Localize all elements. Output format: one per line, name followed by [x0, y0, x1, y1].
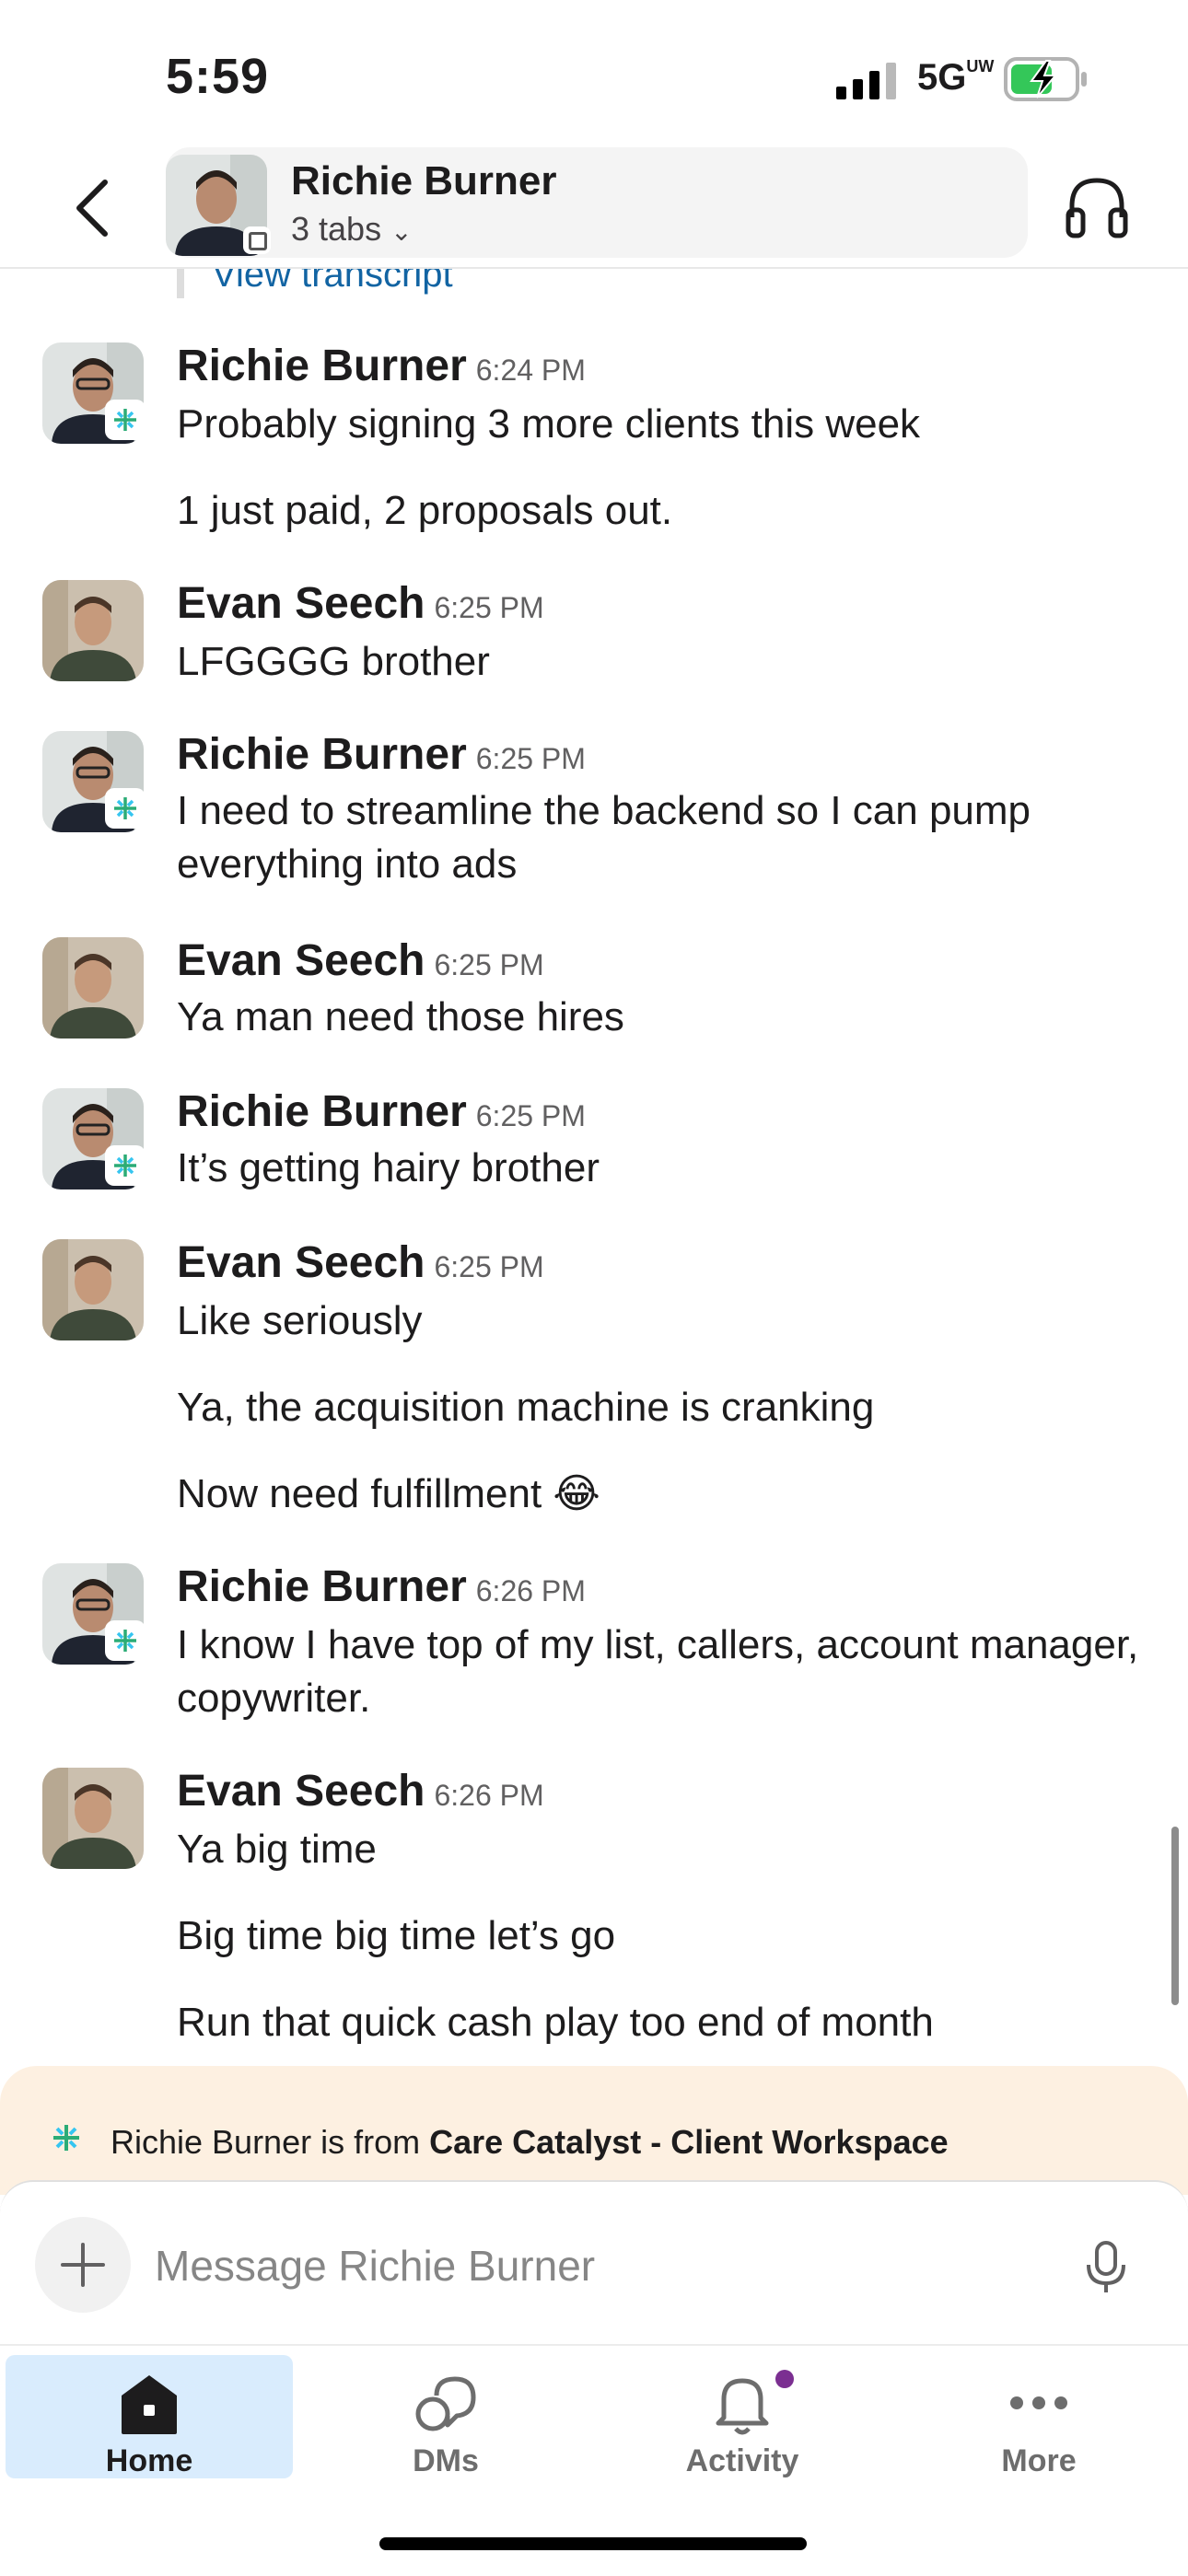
- sender-name[interactable]: Richie Burner: [177, 1562, 467, 1611]
- message-text[interactable]: I need to streamline the backend so I ca…: [177, 784, 1153, 891]
- tabs-dropdown[interactable]: 3 tabs ⌄: [291, 210, 413, 249]
- tab-label: Activity: [685, 2443, 799, 2478]
- bell-icon: [716, 2378, 769, 2435]
- workspace-icon: [53, 2125, 79, 2151]
- avatar[interactable]: [42, 1239, 144, 1340]
- plus-icon: [61, 2243, 105, 2287]
- message-timestamp: 6:25 PM: [434, 1250, 544, 1283]
- message-text[interactable]: Ya big time: [177, 1823, 1153, 1876]
- microphone-icon[interactable]: [1081, 2239, 1131, 2294]
- chevron-down-icon: ⌄: [390, 217, 413, 246]
- notification-dot: [775, 2370, 794, 2388]
- message-text[interactable]: Run that quick cash play too end of mont…: [177, 1996, 1153, 2049]
- dms-icon: [415, 2376, 476, 2431]
- tab-label: More: [1001, 2443, 1077, 2478]
- sender-name[interactable]: Richie Burner: [177, 730, 467, 779]
- message-timestamp: 6:25 PM: [434, 948, 544, 981]
- quote-bar: [177, 267, 184, 298]
- status-time: 5:59: [166, 49, 270, 104]
- message-timestamp: 6:26 PM: [475, 1574, 586, 1607]
- avatar[interactable]: [42, 937, 144, 1039]
- external-workspace-icon: [105, 1145, 146, 1186]
- message-timestamp: 6:25 PM: [434, 591, 544, 624]
- message-text[interactable]: Ya, the acquisition machine is cranking: [177, 1381, 1153, 1434]
- message-sender[interactable]: Evan Seech 6:25 PM: [177, 935, 544, 986]
- message-timestamp: 6:25 PM: [475, 742, 586, 775]
- sender-name[interactable]: Evan Seech: [177, 1767, 425, 1816]
- message-text[interactable]: LFGGGG brother: [177, 635, 1153, 689]
- message-timestamp: 6:26 PM: [434, 1779, 544, 1812]
- status-bar: 5:59 5GUW: [0, 0, 1188, 147]
- back-arrow-icon[interactable]: [61, 171, 125, 245]
- tab-more[interactable]: More: [895, 2355, 1182, 2478]
- message-text[interactable]: Like seriously: [177, 1294, 1153, 1348]
- message-composer: [0, 2180, 1188, 2344]
- sender-name[interactable]: Evan Seech: [177, 579, 425, 628]
- message-sender[interactable]: Richie Burner 6:25 PM: [177, 729, 586, 780]
- avatar[interactable]: [42, 580, 144, 681]
- sender-name[interactable]: Evan Seech: [177, 1238, 425, 1287]
- message-text[interactable]: It’s getting hairy brother: [177, 1142, 1153, 1195]
- tab-label: DMs: [413, 2443, 479, 2478]
- message-sender[interactable]: Richie Burner 6:26 PM: [177, 1561, 586, 1612]
- message-input[interactable]: [155, 2234, 1057, 2298]
- avatar[interactable]: [42, 1768, 144, 1869]
- tab-activity[interactable]: Activity: [599, 2355, 886, 2478]
- message-sender[interactable]: Evan Seech 6:25 PM: [177, 578, 544, 629]
- message-sender[interactable]: Evan Seech 6:25 PM: [177, 1237, 544, 1288]
- external-workspace-banner: Richie Burner is from Care Catalyst - Cl…: [0, 2066, 1188, 2195]
- conversation-name: Richie Burner: [291, 158, 557, 203]
- home-indicator: [379, 2537, 807, 2550]
- message-text[interactable]: Now need fulfillment 😂: [177, 1468, 1153, 1521]
- sender-name[interactable]: Richie Burner: [177, 342, 467, 390]
- network-type: 5GUW: [917, 57, 995, 98]
- cellular-signal-icon: [836, 63, 896, 99]
- presence-indicator: [243, 226, 271, 254]
- sender-name[interactable]: Evan Seech: [177, 936, 425, 985]
- external-workspace-icon: [105, 788, 146, 829]
- workspace-name: Care Catalyst - Client Workspace: [429, 2123, 949, 2161]
- sender-name[interactable]: Richie Burner: [177, 1087, 467, 1136]
- scrollbar[interactable]: [1171, 1827, 1179, 2005]
- tab-dms[interactable]: DMs: [302, 2355, 589, 2478]
- external-workspace-icon: [105, 400, 146, 440]
- battery-charging-icon: [1004, 57, 1087, 101]
- conversation-title-button[interactable]: Richie Burner 3 tabs ⌄: [166, 147, 1028, 258]
- headphones-icon[interactable]: [1065, 169, 1129, 243]
- message-sender[interactable]: Richie Burner 6:24 PM: [177, 341, 586, 391]
- conversation-header: Richie Burner 3 tabs ⌄: [0, 147, 1188, 269]
- workspace-banner-text: Richie Burner is from Care Catalyst - Cl…: [111, 2123, 949, 2161]
- tab-label: Home: [105, 2443, 193, 2478]
- external-workspace-icon: [105, 1620, 146, 1661]
- message-text[interactable]: Big time big time let’s go: [177, 1909, 1153, 1963]
- message-sender[interactable]: Richie Burner 6:25 PM: [177, 1086, 586, 1137]
- add-attachment-button[interactable]: [35, 2217, 131, 2313]
- more-icon: [1010, 2396, 1067, 2409]
- message-timestamp: 6:24 PM: [475, 354, 586, 387]
- message-text[interactable]: 1 just paid, 2 proposals out.: [177, 484, 1153, 538]
- message-text[interactable]: Probably signing 3 more clients this wee…: [177, 398, 1153, 451]
- message-text[interactable]: I know I have top of my list, callers, a…: [177, 1619, 1153, 1725]
- tab-home[interactable]: Home: [6, 2355, 293, 2478]
- message-text[interactable]: Ya man need those hires: [177, 991, 1153, 1044]
- home-icon: [122, 2375, 177, 2434]
- message-sender[interactable]: Evan Seech 6:26 PM: [177, 1766, 544, 1816]
- message-timestamp: 6:25 PM: [475, 1099, 586, 1132]
